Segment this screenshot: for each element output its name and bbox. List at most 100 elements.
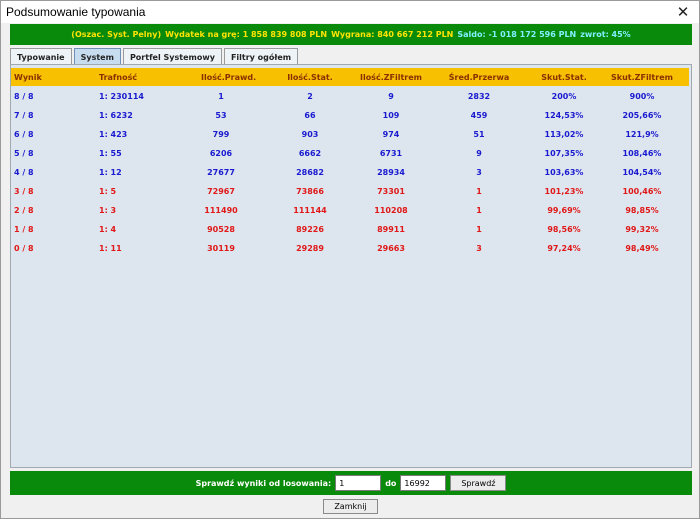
table-row: 1 / 8 1: 4 90528 89226 89911 1 98,56% 99,32% <box>11 220 689 239</box>
table-row: 0 / 8 1: 11 30119 29289 29663 3 97,24% 98,49% <box>11 239 689 258</box>
close-button[interactable]: Zamknij <box>323 499 378 514</box>
cell-ilosc-zfiltrem: 28934 <box>377 168 405 177</box>
cell-skut-zfiltrem: 98,49% <box>625 244 659 253</box>
cell-skut-zfiltrem: 99,32% <box>625 225 659 234</box>
table-header: Wynik Trafność Ilość.Prawd. Ilość.Stat. … <box>11 68 689 86</box>
cell-sred-przerwa: 1 <box>476 225 482 234</box>
header-sred-przerwa: Śred.Przerwa <box>448 73 510 82</box>
cell-ilosc-prawd: 1 <box>218 92 224 101</box>
cell-skut-stat: 124,53% <box>544 111 584 120</box>
cell-sred-przerwa: 3 <box>476 168 482 177</box>
cell-sred-przerwa: 459 <box>470 111 488 120</box>
cell-wynik: 1 / 8 <box>14 225 34 234</box>
close-icon[interactable]: ✕ <box>667 1 699 23</box>
table-row: 5 / 8 1: 55 6206 6662 6731 9 107,35% 108,46% <box>11 144 689 163</box>
cell-skut-stat: 200% <box>551 92 577 101</box>
cell-sred-przerwa: 9 <box>476 149 482 158</box>
cell-ilosc-prawd: 53 <box>215 111 227 120</box>
cell-skut-stat: 113,02% <box>544 130 584 139</box>
cell-ilosc-stat: 903 <box>301 130 319 139</box>
cell-ilosc-zfiltrem: 89911 <box>377 225 405 234</box>
cell-trafnosc: 1: 12 <box>99 168 122 177</box>
cell-wynik: 2 / 8 <box>14 206 34 215</box>
cell-ilosc-prawd: 90528 <box>207 225 235 234</box>
tab-filtry-ogolem[interactable]: Filtry ogółem <box>223 48 299 65</box>
tab-typowanie[interactable]: Typowanie <box>10 48 72 65</box>
header-skut-stat: Skut.Stat. <box>541 73 587 82</box>
summary-window: Podsumowanie typowania ✕ (Oszac. Syst. P… <box>0 0 700 519</box>
to-label: do <box>385 478 397 488</box>
cell-ilosc-zfiltrem: 9 <box>388 92 394 101</box>
cell-wynik: 7 / 8 <box>14 111 34 120</box>
return-text: zwrot: 45% <box>580 30 631 39</box>
cell-ilosc-stat: 29289 <box>296 244 324 253</box>
summary-bar: (Oszac. Syst. Pelny) Wydatek na grę: 1 8… <box>10 24 692 45</box>
cell-trafnosc: 1: 4 <box>99 225 117 234</box>
cell-wynik: 8 / 8 <box>14 92 34 101</box>
cell-skut-stat: 103,63% <box>544 168 584 177</box>
winnings-text: Wygrana: 840 667 212 PLN <box>331 30 454 39</box>
header-trafnosc: Trafność <box>99 73 138 82</box>
header-ilosc-zfiltrem: Ilość.ZFiltrem <box>359 73 423 82</box>
cell-skut-stat: 99,69% <box>547 206 581 215</box>
cell-wynik: 3 / 8 <box>14 187 34 196</box>
cell-sred-przerwa: 51 <box>473 130 485 139</box>
cell-skut-zfiltrem: 108,46% <box>622 149 662 158</box>
system-type: (Oszac. Syst. Pelny) <box>71 30 162 39</box>
tab-bar: Typowanie System Portfel Systemowy Filtr… <box>10 48 300 65</box>
cell-ilosc-prawd: 6206 <box>209 149 233 158</box>
cell-ilosc-stat: 6662 <box>298 149 322 158</box>
to-draw-input[interactable] <box>400 475 447 491</box>
cell-skut-stat: 98,56% <box>547 225 581 234</box>
cell-skut-zfiltrem: 900% <box>629 92 655 101</box>
cell-sred-przerwa: 3 <box>476 244 482 253</box>
cell-ilosc-prawd: 111490 <box>204 206 238 215</box>
cell-trafnosc: 1: 55 <box>99 149 122 158</box>
cell-sred-przerwa: 1 <box>476 206 482 215</box>
header-ilosc-prawd: Ilość.Prawd. <box>201 73 257 82</box>
table-row: 6 / 8 1: 423 799 903 974 51 113,02% 121,9% <box>11 125 689 144</box>
table-row: 8 / 8 1: 230114 1 2 9 2832 200% 900% <box>11 87 689 106</box>
cell-ilosc-zfiltrem: 974 <box>382 130 400 139</box>
check-button[interactable]: Sprawdź <box>450 475 507 491</box>
results-panel: Wynik Trafność Ilość.Prawd. Ilość.Stat. … <box>10 64 692 468</box>
balance-text: Saldo: -1 018 172 596 PLN <box>457 30 577 39</box>
tab-system[interactable]: System <box>73 48 121 65</box>
cell-sred-przerwa: 1 <box>476 187 482 196</box>
cell-wynik: 0 / 8 <box>14 244 34 253</box>
table-row: 3 / 8 1: 5 72967 73866 73301 1 101,23% 100,46% <box>11 182 689 201</box>
cell-trafnosc: 1: 423 <box>99 130 128 139</box>
from-draw-input[interactable] <box>335 475 382 491</box>
table-row: 4 / 8 1: 12 27677 28682 28934 3 103,63% 104,54% <box>11 163 689 182</box>
cell-ilosc-zfiltrem: 73301 <box>377 187 405 196</box>
check-label: Sprawdź wyniki od losowania: <box>195 478 332 488</box>
cell-skut-stat: 101,23% <box>544 187 584 196</box>
expense-text: Wydatek na grę: 1 858 839 808 PLN <box>165 30 328 39</box>
cell-wynik: 4 / 8 <box>14 168 34 177</box>
cell-ilosc-zfiltrem: 29663 <box>377 244 405 253</box>
header-ilosc-stat: Ilość.Stat. <box>287 73 333 82</box>
cell-trafnosc: 1: 6232 <box>99 111 133 120</box>
cell-ilosc-stat: 111144 <box>293 206 327 215</box>
header-skut-zfiltrem: Skut.ZFiltrem <box>611 73 673 82</box>
cell-ilosc-stat: 66 <box>304 111 316 120</box>
table-row: 2 / 8 1: 3 111490 111144 110208 1 99,69% 98,85% <box>11 201 689 220</box>
cell-skut-zfiltrem: 98,85% <box>625 206 659 215</box>
cell-skut-zfiltrem: 121,9% <box>625 130 659 139</box>
cell-trafnosc: 1: 5 <box>99 187 117 196</box>
check-results-bar: Sprawdź wyniki od losowania: do Sprawdź <box>10 471 692 495</box>
cell-ilosc-prawd: 72967 <box>207 187 235 196</box>
cell-ilosc-zfiltrem: 109 <box>382 111 400 120</box>
cell-ilosc-zfiltrem: 6731 <box>379 149 403 158</box>
window-title: Podsumowanie typowania <box>6 5 146 19</box>
tab-portfel-systemowy[interactable]: Portfel Systemowy <box>122 48 222 65</box>
cell-trafnosc: 1: 3 <box>99 206 117 215</box>
cell-skut-stat: 107,35% <box>544 149 584 158</box>
cell-skut-zfiltrem: 100,46% <box>622 187 662 196</box>
cell-ilosc-stat: 89226 <box>296 225 324 234</box>
cell-ilosc-prawd: 30119 <box>207 244 235 253</box>
cell-ilosc-zfiltrem: 110208 <box>374 206 408 215</box>
cell-skut-zfiltrem: 205,66% <box>622 111 662 120</box>
cell-sred-przerwa: 2832 <box>467 92 491 101</box>
title-bar: Podsumowanie typowania ✕ <box>1 1 699 23</box>
